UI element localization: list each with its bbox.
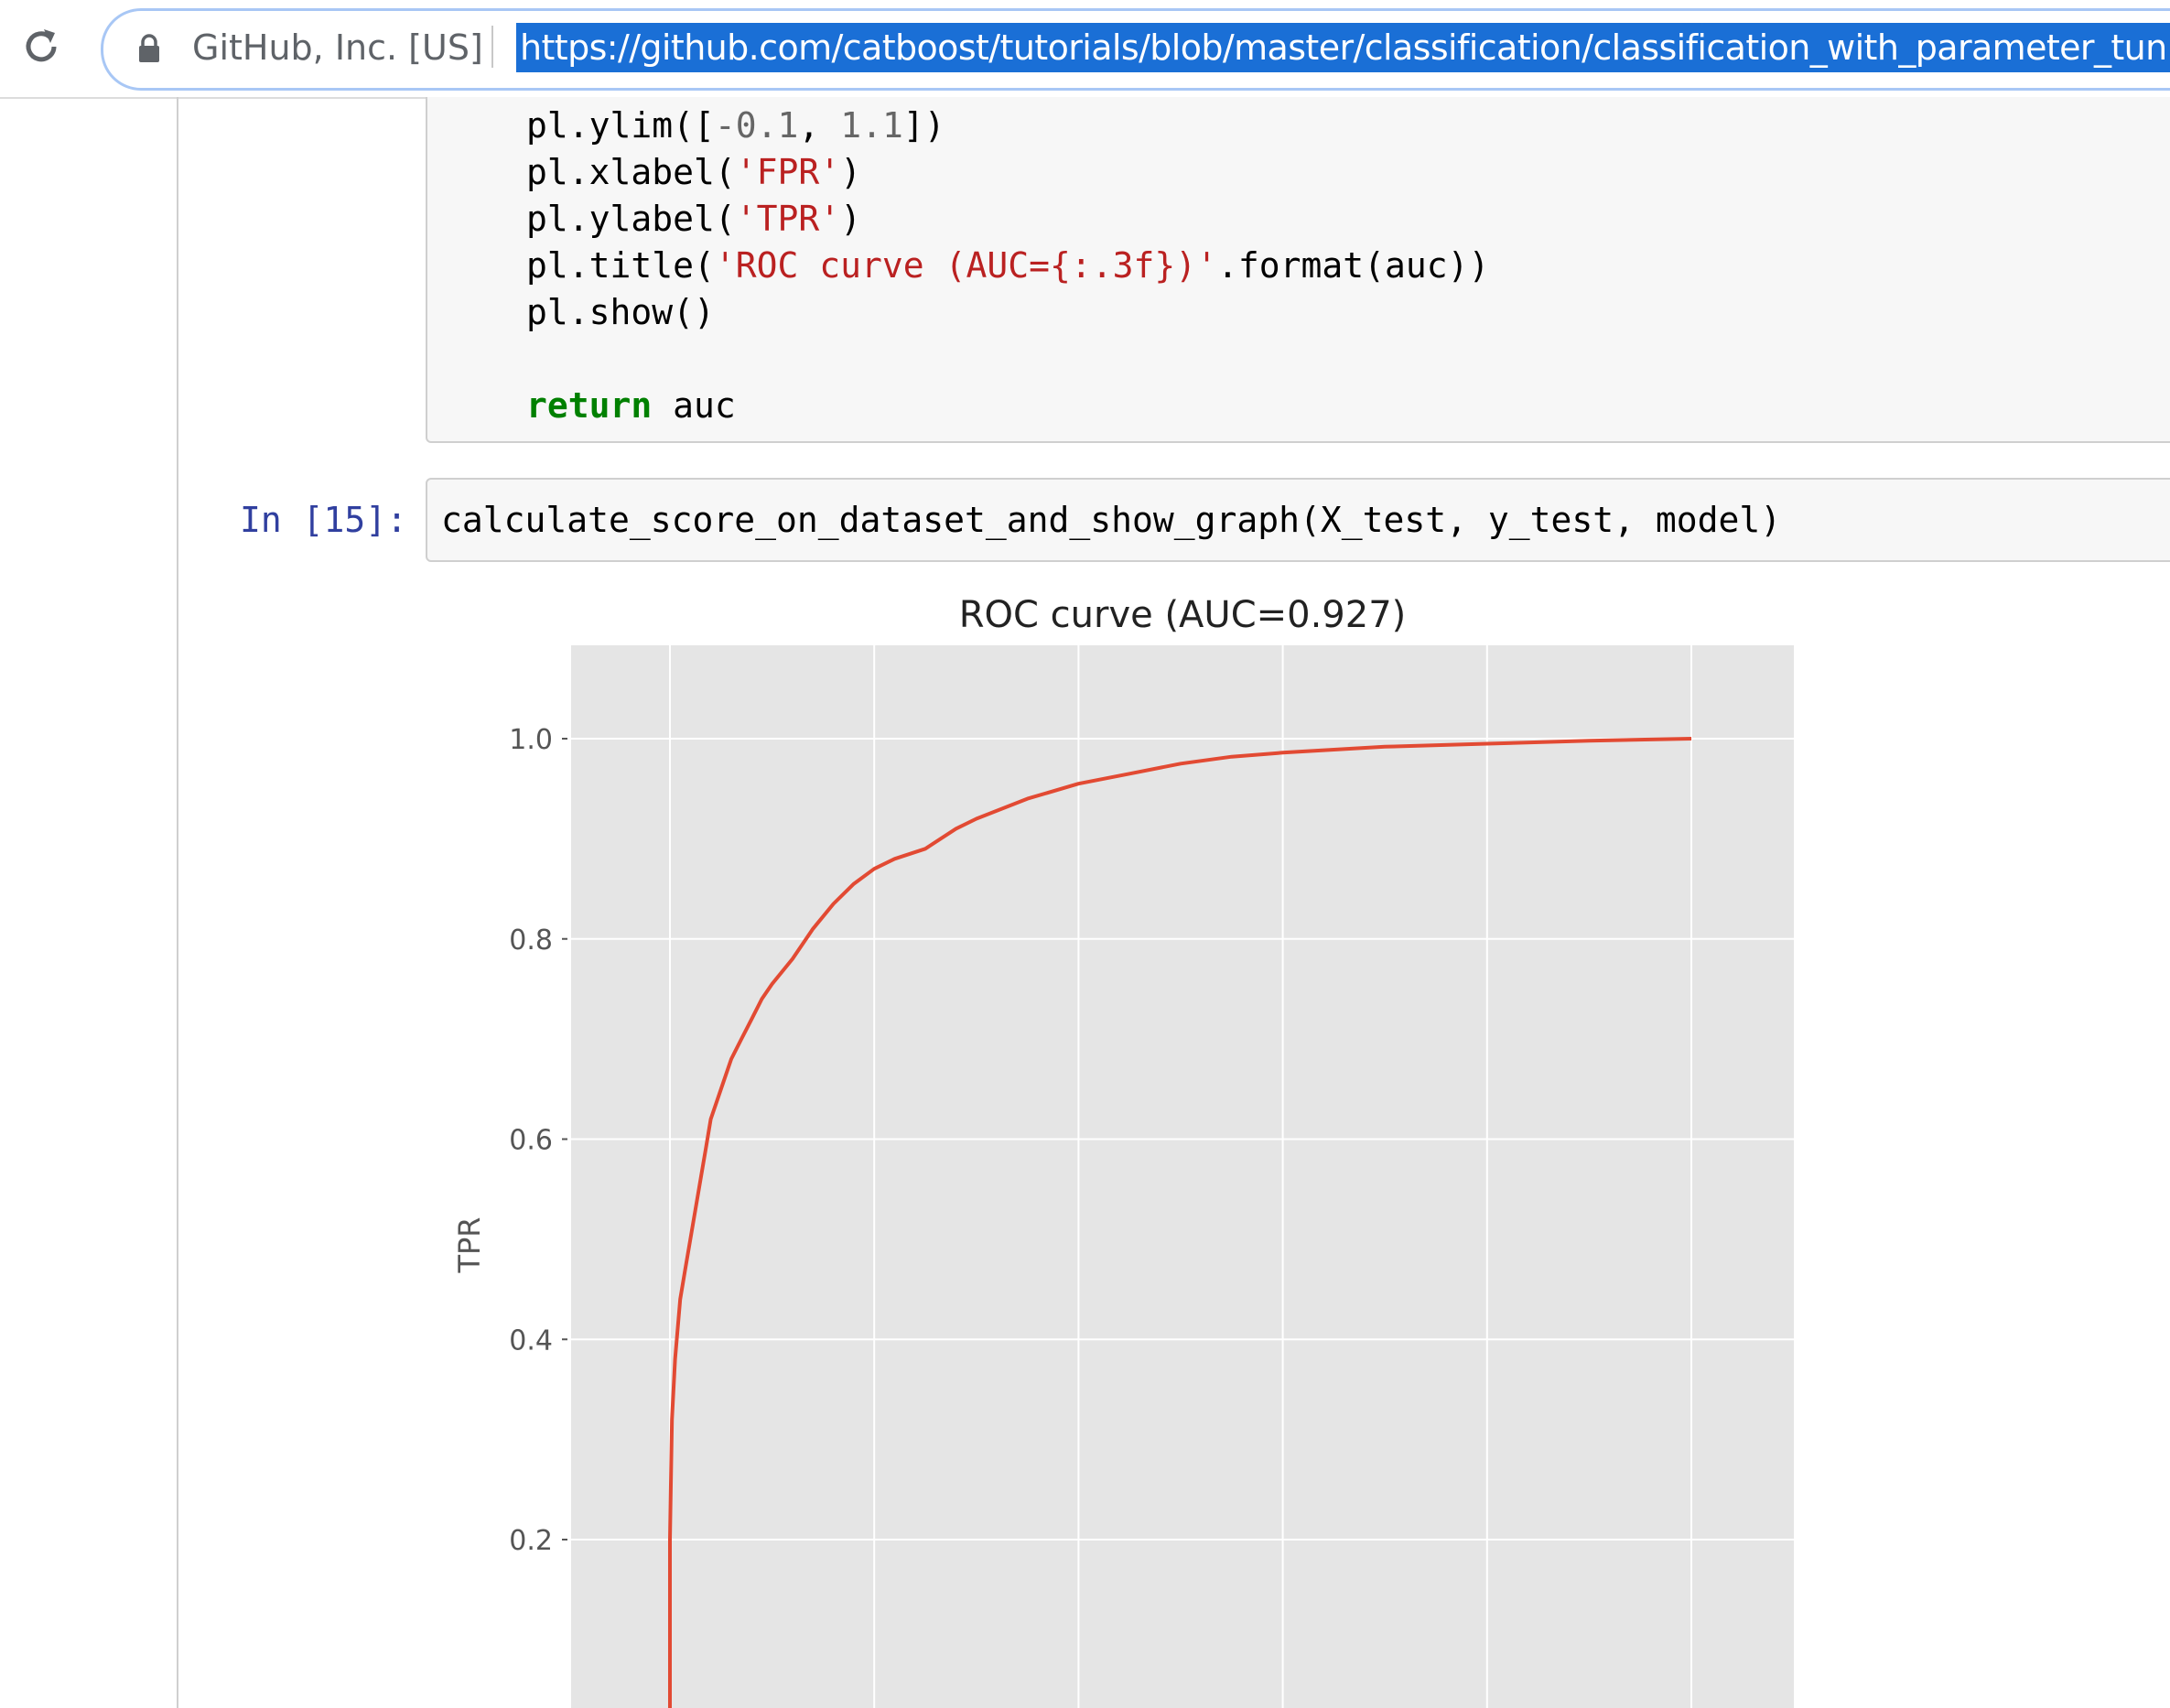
roc-chart: ROC curve (AUC=0.927) 0.2 0.4 0.6 0.8 1.0 TP… bbox=[452, 594, 1794, 1708]
code-line: pl.ylim([-0.1, 1.1]) bbox=[526, 103, 945, 148]
plot-area bbox=[571, 645, 1794, 1708]
code-token: 'ROC curve (AUC={:.3f})' bbox=[714, 245, 1217, 286]
code-line: return auc bbox=[526, 383, 736, 428]
code-token: , bbox=[798, 105, 841, 146]
y-axis: 0.2 0.4 0.6 0.8 1.0 bbox=[509, 724, 567, 1557]
y-tick-label: 0.4 bbox=[509, 1324, 553, 1357]
site-identity[interactable]: GitHub, Inc. [US] bbox=[192, 26, 483, 70]
y-tick-label: 0.2 bbox=[509, 1525, 553, 1557]
browser-toolbar: GitHub, Inc. [US] https://github.com/cat… bbox=[0, 0, 2170, 99]
code-token: ) bbox=[840, 152, 862, 192]
chart-title: ROC curve (AUC=0.927) bbox=[959, 594, 1407, 636]
y-tick-label: 1.0 bbox=[509, 724, 553, 756]
code-token: 'FPR' bbox=[735, 152, 841, 192]
code-token: ]) bbox=[902, 105, 945, 146]
y-axis-label: TPR bbox=[452, 1216, 487, 1273]
code-token: 'TPR' bbox=[735, 199, 841, 239]
code-line: pl.title('ROC curve (AUC={:.3f})'.format… bbox=[526, 243, 1489, 288]
divider bbox=[491, 26, 493, 68]
code-token: -0.1 bbox=[714, 105, 799, 146]
input-prompt: In [15]: bbox=[240, 500, 408, 540]
code-token: pl.xlabel( bbox=[526, 152, 736, 192]
y-tick-label: 0.8 bbox=[509, 924, 553, 957]
code-token: .format(auc)) bbox=[1216, 245, 1490, 286]
reload-icon[interactable] bbox=[20, 26, 62, 68]
lock-icon bbox=[139, 34, 159, 62]
code-token: return bbox=[526, 385, 653, 426]
code-token: pl.show() bbox=[526, 292, 715, 332]
code-token: 1.1 bbox=[840, 105, 903, 146]
code-line: pl.xlabel('FPR') bbox=[526, 149, 861, 195]
input-code: calculate_score_on_dataset_and_show_grap… bbox=[441, 500, 1782, 540]
y-tick-label: 0.6 bbox=[509, 1125, 553, 1157]
code-token: auc bbox=[652, 385, 736, 426]
code-token: pl.ylabel( bbox=[526, 199, 736, 239]
code-line: pl.ylabel('TPR') bbox=[526, 196, 861, 242]
code-token: pl.ylim([ bbox=[526, 105, 715, 146]
code-token: pl.title( bbox=[526, 245, 715, 286]
notebook-border bbox=[177, 97, 178, 1708]
code-token: ) bbox=[840, 199, 862, 239]
url-text[interactable]: https://github.com/catboost/tutorials/bl… bbox=[516, 23, 2170, 72]
code-line: pl.show() bbox=[526, 289, 715, 335]
